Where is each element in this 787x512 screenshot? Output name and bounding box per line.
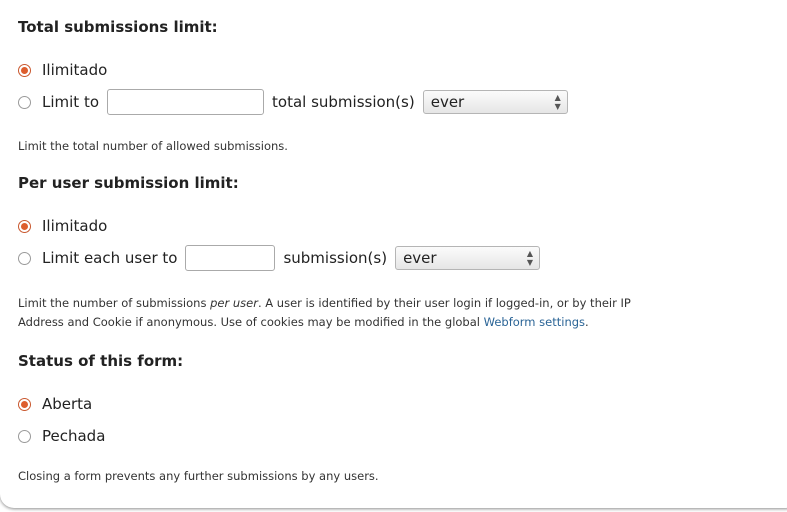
- total-limit-suffix: total submission(s): [272, 93, 415, 111]
- webform-settings-link[interactable]: Webform settings: [484, 315, 585, 329]
- status-open-option[interactable]: Aberta: [18, 390, 105, 418]
- status-open-radio[interactable]: [18, 397, 31, 411]
- status-description-wrap: Closing a form prevents any further subm…: [18, 467, 379, 486]
- total-interval-value: ever: [430, 93, 465, 111]
- total-unlimited-option[interactable]: Ilimitado: [18, 56, 568, 84]
- total-interval-select[interactable]: ever ▲ ▼: [422, 90, 568, 114]
- total-limit-prefix[interactable]: Limit to: [42, 93, 99, 111]
- total-limit-section: Total submissions limit:: [18, 18, 218, 36]
- per-user-unlimited-radio[interactable]: [18, 219, 31, 233]
- total-limit-option[interactable]: Limit to total submission(s) ever ▲ ▼: [18, 88, 568, 116]
- total-limit-options: Ilimitado Limit to total submission(s) e…: [18, 56, 568, 116]
- per-user-interval-select[interactable]: ever ▲ ▼: [395, 246, 541, 270]
- total-unlimited-label[interactable]: Ilimitado: [42, 61, 107, 79]
- per-user-unlimited-option[interactable]: Ilimitado: [18, 212, 540, 240]
- per-user-limit-input[interactable]: [185, 245, 276, 271]
- total-limit-input[interactable]: [107, 89, 265, 115]
- per-user-limit-description-wrap: Limit the number of submissions per user…: [18, 294, 631, 332]
- total-limit-radio[interactable]: [18, 95, 31, 109]
- select-arrows-icon: ▲ ▼: [526, 249, 534, 267]
- status-closed-option[interactable]: Pechada: [18, 422, 105, 450]
- status-description: Closing a form prevents any further subm…: [18, 469, 379, 483]
- per-user-limit-heading: Per user submission limit:: [18, 174, 239, 192]
- per-user-unlimited-label[interactable]: Ilimitado: [42, 217, 107, 235]
- status-section: Status of this form:: [18, 352, 183, 370]
- per-user-limit-options: Ilimitado Limit each user to submission(…: [18, 212, 541, 272]
- per-user-limit-section: Per user submission limit:: [18, 174, 239, 192]
- total-limit-description: Limit the total number of allowed submis…: [18, 139, 288, 153]
- per-user-limit-description: Limit the number of submissions per user…: [18, 294, 631, 332]
- status-closed-label[interactable]: Pechada: [42, 427, 105, 445]
- total-unlimited-radio[interactable]: [18, 63, 31, 77]
- per-user-desc-part-4: .: [585, 315, 589, 329]
- status-heading: Status of this form:: [18, 352, 184, 370]
- per-user-desc-part-3: Address and Cookie if anonymous. Use of …: [18, 315, 484, 329]
- total-limit-heading: Total submissions limit:: [18, 18, 218, 36]
- per-user-desc-part-2: . A user is identified by their user log…: [257, 296, 631, 310]
- per-user-limit-option[interactable]: Limit each user to submission(s) ever ▲ ▼: [18, 244, 541, 272]
- status-closed-radio[interactable]: [18, 429, 31, 443]
- per-user-limit-radio[interactable]: [18, 251, 31, 265]
- per-user-limit-suffix: submission(s): [283, 249, 388, 267]
- select-arrows-icon: ▲ ▼: [554, 93, 561, 111]
- status-open-label[interactable]: Aberta: [42, 395, 92, 413]
- per-user-limit-prefix[interactable]: Limit each user to: [42, 249, 177, 267]
- total-limit-description-wrap: Limit the total number of allowed submis…: [18, 137, 288, 156]
- per-user-desc-emphasis: per user: [210, 296, 258, 310]
- per-user-interval-value: ever: [403, 249, 437, 267]
- status-options: Aberta Pechada: [18, 390, 105, 450]
- per-user-desc-part-1: Limit the number of submissions: [18, 296, 211, 310]
